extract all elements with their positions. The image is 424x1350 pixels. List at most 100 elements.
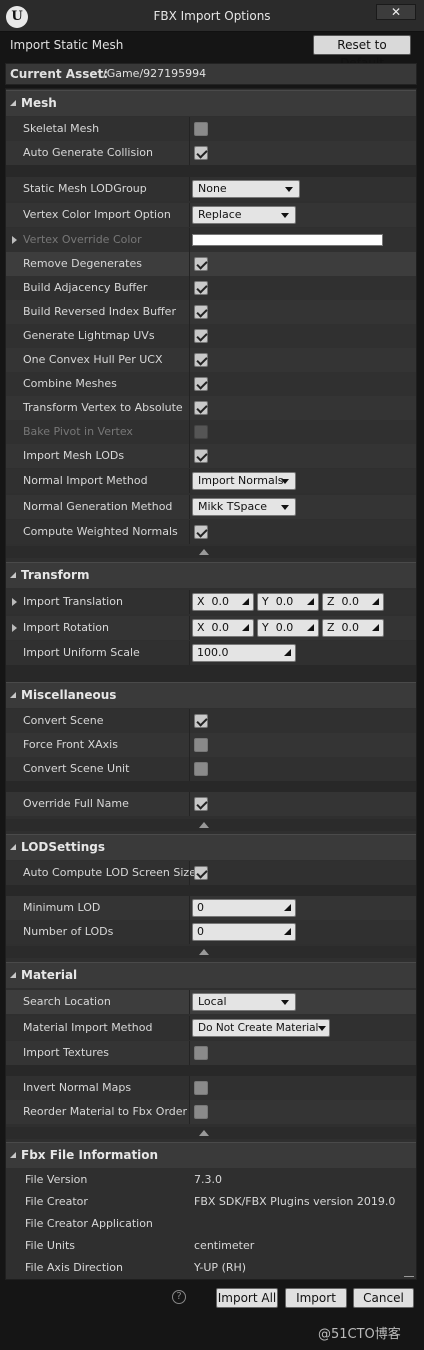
category-miscellaneous[interactable]: Miscellaneous	[6, 682, 416, 708]
dropdown-value: None	[198, 182, 227, 195]
import-lods-row: Import Mesh LODs	[6, 444, 416, 468]
advanced-toggle[interactable]	[6, 546, 416, 558]
vertex-color-import-dropdown[interactable]: Replace	[192, 206, 296, 224]
rotation-z-field[interactable]: Z 0.0	[322, 619, 384, 637]
property-label: Import Mesh LODs	[23, 449, 125, 462]
axis-label: X	[197, 595, 205, 608]
info-value: FBX SDK/FBX Plugins version 2019.0	[194, 1195, 396, 1208]
category-mesh[interactable]: Mesh	[6, 90, 416, 116]
number-of-lods-field[interactable]: 0	[192, 923, 296, 941]
close-button[interactable]: ✕	[376, 4, 416, 20]
force-front-xaxis-checkbox[interactable]	[194, 738, 208, 752]
minimum-lod-field[interactable]: 0	[192, 899, 296, 917]
skeletal-mesh-checkbox[interactable]	[194, 122, 208, 136]
property-label: Invert Normal Maps	[23, 1081, 132, 1094]
import-button[interactable]: Import	[285, 1288, 347, 1308]
expand-arrow-icon[interactable]	[12, 598, 17, 606]
invert-normal-maps-checkbox[interactable]	[194, 1081, 208, 1095]
uniform-scale-field[interactable]: 100.0	[192, 644, 296, 662]
field-value: 100.0	[197, 646, 229, 659]
property-label: Override Full Name	[23, 797, 129, 810]
property-label: Static Mesh LODGroup	[23, 182, 147, 195]
minimum-lod-row: Minimum LOD 0	[6, 896, 416, 920]
dropdown-value: Local	[198, 995, 227, 1008]
expand-arrow-icon[interactable]	[12, 624, 17, 632]
convex-hull-row: One Convex Hull Per UCX	[6, 348, 416, 372]
color-swatch[interactable]	[192, 234, 383, 246]
category-transform[interactable]: Transform	[6, 562, 416, 588]
chevron-down-icon	[281, 213, 289, 218]
normal-generation-dropdown[interactable]: Mikk TSpace	[192, 498, 296, 516]
import-all-button[interactable]: Import All	[216, 1288, 278, 1308]
category-material[interactable]: Material	[6, 962, 416, 988]
scrollbar-thumb[interactable]	[404, 1276, 414, 1277]
convert-scene-unit-checkbox[interactable]	[194, 762, 208, 776]
expand-arrow-icon[interactable]	[12, 236, 17, 244]
info-label: File Creator Application	[25, 1217, 153, 1230]
cancel-button[interactable]: Cancel	[353, 1288, 414, 1308]
translation-y-field[interactable]: Y 0.0	[257, 593, 319, 611]
translation-x-field[interactable]: X 0.0	[192, 593, 254, 611]
bake-pivot-row: Bake Pivot in Vertex	[6, 420, 416, 444]
divider	[6, 165, 416, 177]
field-value: 0	[197, 925, 204, 938]
auto-compute-lod-checkbox[interactable]	[194, 866, 208, 880]
import-textures-checkbox[interactable]	[194, 1046, 208, 1060]
category-fbx-file-information[interactable]: Fbx File Information	[6, 1142, 416, 1168]
override-full-name-row: Override Full Name	[6, 792, 416, 816]
auto-collision-checkbox[interactable]	[194, 146, 208, 160]
transform-vertex-row: Transform Vertex to Absolute	[6, 396, 416, 420]
normal-import-dropdown[interactable]: Import Normals	[192, 472, 296, 490]
property-label: Normal Generation Method	[23, 500, 173, 513]
search-location-dropdown[interactable]: Local	[192, 993, 296, 1011]
field-value: 0.0	[341, 621, 360, 634]
import-lods-checkbox[interactable]	[194, 449, 208, 463]
convex-hull-checkbox[interactable]	[194, 353, 208, 367]
property-label: Material Import Method	[23, 1021, 153, 1034]
combine-meshes-checkbox[interactable]	[194, 377, 208, 391]
info-label: File Units	[25, 1239, 76, 1252]
reset-to-default-button[interactable]: Reset to Default	[313, 35, 411, 70]
remove-degenerates-row: Remove Degenerates	[6, 252, 416, 276]
translation-z-field[interactable]: Z 0.0	[322, 593, 384, 611]
field-value: 0.0	[211, 595, 230, 608]
reorder-material-checkbox[interactable]	[194, 1105, 208, 1119]
collapse-up-icon	[199, 549, 209, 555]
rotation-x-field[interactable]: X 0.0	[192, 619, 254, 637]
category-title: Mesh	[21, 96, 57, 110]
lod-group-dropdown[interactable]: None	[192, 180, 300, 198]
advanced-toggle[interactable]	[6, 819, 416, 831]
window-title: FBX Import Options	[153, 9, 271, 23]
collapse-arrow-icon	[10, 1152, 16, 1158]
convert-scene-checkbox[interactable]	[194, 714, 208, 728]
weighted-normals-checkbox[interactable]	[194, 525, 208, 539]
property-label: Import Uniform Scale	[23, 646, 140, 659]
transform-vertex-checkbox[interactable]	[194, 401, 208, 415]
help-icon[interactable]: ?	[172, 1290, 186, 1304]
vertex-color-import-row: Vertex Color Import Option Replace	[6, 203, 416, 227]
property-label: Import Translation	[23, 595, 123, 608]
collapse-arrow-icon	[10, 572, 16, 578]
collapse-arrow-icon	[10, 692, 16, 698]
override-full-name-checkbox[interactable]	[194, 797, 208, 811]
import-type-label: Import Static Mesh	[10, 38, 124, 52]
weighted-normals-row: Compute Weighted Normals	[6, 520, 416, 544]
property-label: Reorder Material to Fbx Order	[23, 1105, 188, 1118]
advanced-toggle[interactable]	[6, 946, 416, 958]
resize-handle-icon	[307, 624, 314, 631]
property-label: Build Reversed Index Buffer	[23, 305, 176, 318]
info-label: File Axis Direction	[25, 1261, 123, 1274]
property-label: Transform Vertex to Absolute	[23, 401, 183, 414]
field-value: 0.0	[211, 621, 230, 634]
rotation-y-field[interactable]: Y 0.0	[257, 619, 319, 637]
remove-degenerates-checkbox[interactable]	[194, 257, 208, 271]
category-lodsettings[interactable]: LODSettings	[6, 834, 416, 860]
lightmap-uvs-checkbox[interactable]	[194, 329, 208, 343]
material-import-method-dropdown[interactable]: Do Not Create Material	[192, 1019, 330, 1037]
build-reversed-checkbox[interactable]	[194, 305, 208, 319]
category-title: Miscellaneous	[21, 688, 117, 702]
resize-handle-icon	[284, 649, 291, 656]
advanced-toggle[interactable]	[6, 1127, 416, 1139]
build-adjacency-checkbox[interactable]	[194, 281, 208, 295]
info-value: Y-UP (RH)	[194, 1261, 247, 1274]
